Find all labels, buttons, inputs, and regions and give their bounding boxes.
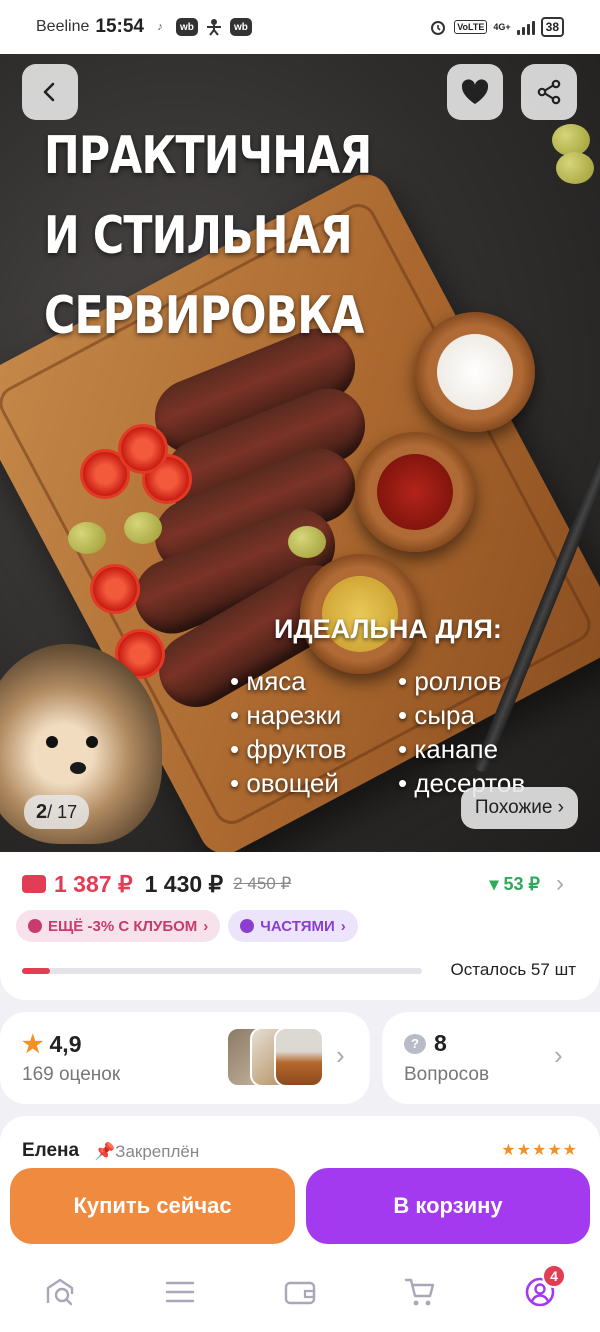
installments-tag-label: ЧАСТЯМИ <box>260 917 335 935</box>
stock-progress-bar <box>22 968 422 974</box>
hero-title-line: СЕРВИРОВКА <box>44 286 364 346</box>
share-icon <box>537 79 561 105</box>
nav-wallet[interactable] <box>270 1262 330 1322</box>
nav-catalog[interactable] <box>150 1262 210 1322</box>
review-stars: ★★★★★ <box>501 1142 578 1159</box>
pager-current: 2 <box>36 800 48 823</box>
chevron-right-icon: › <box>554 1040 563 1070</box>
price-card: 1 387 ₽ 1 430 ₽ 2 450 ₽ ▾ 53 ₽ › ЕЩЁ -3%… <box>0 852 600 1000</box>
pin-icon: 📌 <box>94 1142 116 1161</box>
tomato-slice <box>118 424 168 474</box>
review-photo-thumb <box>274 1027 324 1087</box>
menu-icon <box>165 1281 195 1303</box>
questions-count: 8 <box>434 1030 447 1056</box>
back-button[interactable] <box>22 64 78 120</box>
sauce-bowl-white <box>415 312 535 432</box>
battery-icon: 38 <box>540 17 564 37</box>
pinned-label: 📌Закреплён <box>94 1142 199 1162</box>
nav-cart[interactable] <box>390 1262 450 1322</box>
questions-label: Вопросов <box>404 1064 490 1085</box>
share-button[interactable] <box>521 64 577 120</box>
similar-button[interactable]: Похожие › <box>460 787 578 829</box>
product-image-gallery[interactable]: ПРАКТИЧНАЯ И СТИЛЬНАЯ СЕРВИРОВКА ИДЕАЛЬН… <box>0 54 600 852</box>
olive <box>556 152 594 184</box>
star-icon: ★ <box>22 1031 44 1058</box>
chevron-right-icon: › <box>556 870 564 897</box>
wallet-icon <box>22 875 46 893</box>
heart-icon <box>461 79 489 104</box>
action-bar: Купить сейчас В корзину <box>0 1160 600 1252</box>
buy-now-button[interactable]: Купить сейчас <box>10 1168 295 1244</box>
chevron-right-icon: › <box>340 917 346 935</box>
ideal-for-list: мяса роллов нарезки сыра фруктов канапе … <box>230 666 568 798</box>
hero-title: ПРАКТИЧНАЯ И СТИЛЬНАЯ СЕРВИРОВКА <box>44 116 372 356</box>
volte-icon: VoLTE <box>454 20 488 34</box>
nav-profile[interactable]: 4 <box>510 1262 570 1322</box>
chevron-right-icon: › <box>203 917 209 935</box>
favorite-button[interactable] <box>447 64 503 120</box>
club-tag-label: ЕЩЁ -3% С КЛУБОМ <box>48 917 198 935</box>
cashback-button[interactable]: ▾ 53 ₽ › <box>489 870 564 898</box>
ideal-item: канапе <box>398 734 568 764</box>
cart-icon <box>404 1278 435 1306</box>
installments-icon <box>240 919 255 933</box>
ideal-item: овощей <box>230 768 398 798</box>
review-author: Елена <box>22 1140 80 1161</box>
signal-icon <box>516 19 535 35</box>
price: 1 430 ₽ <box>144 870 224 897</box>
ideal-item: мяса <box>230 666 398 696</box>
tiktok-icon: ♪ <box>157 21 163 33</box>
status-bar: Beeline 15:54 ♪ wb wb VoLTE 4G+ 38 <box>0 0 600 54</box>
chevron-left-icon <box>43 82 55 102</box>
tomato-slice <box>90 564 140 614</box>
rating-count: 169 оценок <box>22 1064 121 1085</box>
questions-card[interactable]: ? 8 Вопросов › <box>382 1012 600 1104</box>
chevron-right-icon: › <box>336 1040 345 1070</box>
stock-progress-fill <box>22 968 50 974</box>
rating-card[interactable]: ★ 4,9 169 оценок › <box>0 1012 370 1104</box>
olive <box>68 522 106 554</box>
wb-icon-2: wb <box>229 18 252 36</box>
review-photos[interactable] <box>226 1027 326 1089</box>
installments-tag[interactable]: ЧАСТЯМИ › <box>228 910 358 942</box>
rating-value: 4,9 <box>49 1031 82 1057</box>
olive <box>552 124 590 156</box>
ideal-item: нарезки <box>230 700 398 730</box>
wb-icon: wb <box>175 18 198 36</box>
olive <box>288 526 326 558</box>
ideal-item: роллов <box>398 666 568 696</box>
pinned-text: Закреплён <box>115 1142 200 1161</box>
olive <box>124 512 162 544</box>
network-type: 4G+ <box>493 21 511 32</box>
cashback-value: ▾ 53 ₽ <box>489 873 540 894</box>
ideal-item: фруктов <box>230 734 398 764</box>
sauce-bowl-red <box>355 432 475 552</box>
image-pager: 2 / 17 <box>24 795 90 829</box>
clock: 15:54 <box>95 16 144 37</box>
club-icon <box>28 919 42 933</box>
ideal-item: сыра <box>398 700 568 730</box>
carrier-name: Beeline <box>36 18 90 35</box>
question-bubble-icon: ? <box>404 1033 426 1054</box>
club-discount-tag[interactable]: ЕЩЁ -3% С КЛУБОМ › <box>16 910 221 942</box>
alarm-icon <box>428 17 448 37</box>
hero-title-line: И СТИЛЬНАЯ <box>44 206 353 266</box>
old-price: 2 450 ₽ <box>233 874 292 893</box>
hero-title-line: ПРАКТИЧНАЯ <box>44 126 372 186</box>
profile-badge: 4 <box>542 1264 566 1288</box>
ideal-for-title: ИДЕАЛЬНА ДЛЯ: <box>274 614 502 644</box>
nav-home[interactable] <box>30 1262 90 1322</box>
pager-total: / 17 <box>47 801 78 822</box>
remaining-stock: Осталось 57 шт <box>450 960 576 979</box>
add-to-cart-button[interactable]: В корзину <box>306 1168 590 1244</box>
people-icon <box>204 17 224 37</box>
home-search-icon <box>46 1278 74 1306</box>
wallet-icon <box>284 1281 316 1305</box>
wallet-price: 1 387 ₽ <box>54 870 133 897</box>
bottom-nav: 4 <box>0 1252 600 1332</box>
